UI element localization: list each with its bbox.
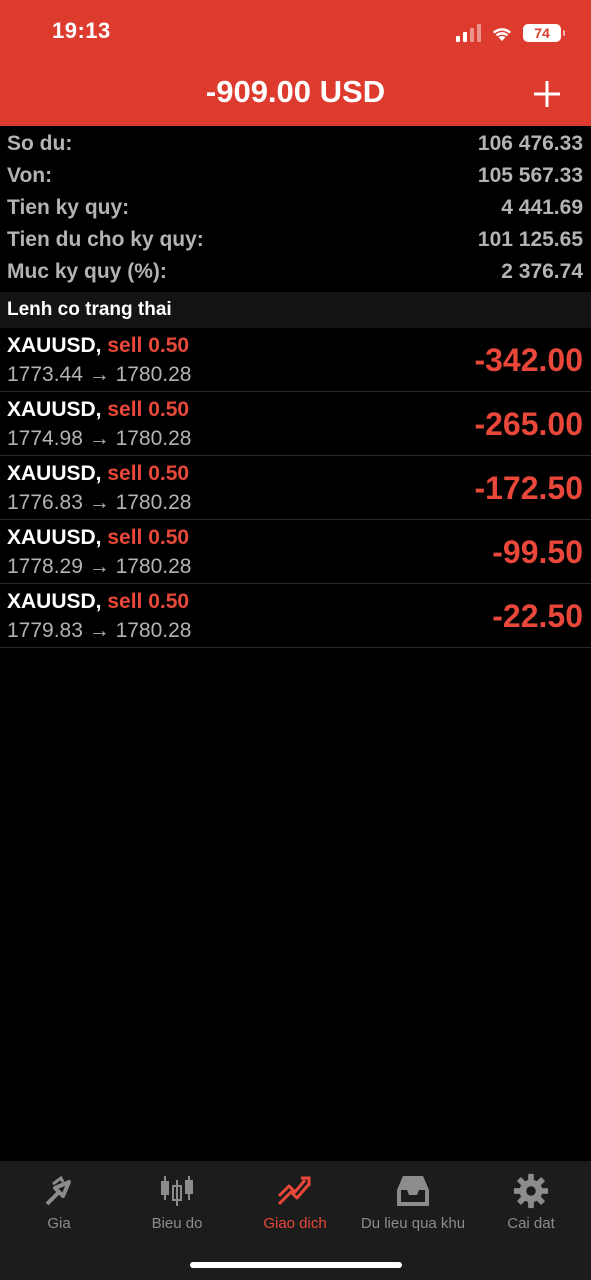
position-side: sell 0.50 [107,334,190,357]
tab-label: Bieu do [151,1215,203,1232]
position-prices: 1774.98 → 1780.28 [7,427,192,450]
position-profit: -99.50 [492,534,583,570]
position-row[interactable]: XAUUSD, sell 0.50 1779.83 → 1780.28 -22.… [0,584,591,648]
gear-icon [513,1173,549,1209]
summary-balance: So du: 106 476.33 [0,128,591,160]
position-profit: -342.00 [474,342,583,378]
position-profit: -172.50 [474,470,583,506]
summary-label: Von: [7,164,53,187]
tab-label: Gia [47,1215,71,1232]
tab-label: Du lieu qua khu [360,1215,466,1232]
position-symbol: XAUUSD, [7,462,102,485]
tab-settings[interactable]: Cai dat [472,1171,590,1232]
trade-icon [277,1176,311,1206]
position-row[interactable]: XAUUSD, sell 0.50 1773.44 → 1780.28 -342… [0,328,591,392]
summary-value: 101 125.65 [477,228,583,251]
candlestick-icon [161,1176,193,1206]
tab-quotes[interactable]: Gia [0,1171,118,1232]
home-indicator[interactable] [190,1262,402,1268]
position-prices: 1778.29 → 1780.28 [7,555,192,578]
signal-icon [456,24,481,42]
summary-label: Tien ky quy: [7,196,130,219]
summary-free-margin: Tien du cho ky quy: 101 125.65 [0,224,591,256]
summary-label: Muc ky quy (%): [7,260,167,283]
add-order-button[interactable] [529,76,565,112]
battery-icon: 74 [523,24,565,42]
position-side: sell 0.50 [107,398,190,421]
position-row[interactable]: XAUUSD, sell 0.50 1774.98 → 1780.28 -265… [0,392,591,456]
summary-label: So du: [7,132,73,155]
summary-value: 4 441.69 [501,196,583,219]
position-row[interactable]: XAUUSD, sell 0.50 1778.29 → 1780.28 -99.… [0,520,591,584]
position-side: sell 0.50 [107,590,190,613]
floating-profit-title: -909.00 USD [205,74,386,109]
status-time: 19:13 [52,18,111,43]
summary-value: 106 476.33 [477,132,583,155]
plus-icon [534,81,560,107]
summary-value: 105 567.33 [477,164,583,187]
summary-margin-level: Muc ky quy (%): 2 376.74 [0,256,591,288]
position-symbol: XAUUSD, [7,334,102,357]
tab-trade[interactable]: Giao dich [236,1171,354,1232]
tab-charts[interactable]: Bieu do [118,1171,236,1232]
position-prices: 1776.83 → 1780.28 [7,491,192,514]
position-prices: 1773.44 → 1780.28 [7,363,192,386]
position-symbol: XAUUSD, [7,590,102,613]
position-side: sell 0.50 [107,526,190,549]
position-row[interactable]: XAUUSD, sell 0.50 1776.83 → 1780.28 -172… [0,456,591,520]
wifi-icon [493,27,511,41]
tab-label: Giao dich [263,1215,327,1232]
inbox-icon [397,1176,429,1206]
position-profit: -265.00 [474,406,583,442]
status-icons: 74 [456,22,565,44]
summary-margin: Tien ky quy: 4 441.69 [0,192,591,224]
position-symbol: XAUUSD, [7,526,102,549]
tab-label: Cai dat [507,1215,555,1232]
summary-value: 2 376.74 [501,260,583,283]
position-prices: 1779.83 → 1780.28 [7,619,192,642]
tab-history[interactable]: Du lieu qua khu [354,1171,472,1232]
position-profit: -22.50 [492,598,583,634]
summary-label: Tien du cho ky quy: [7,228,204,251]
summary-equity: Von: 105 567.33 [0,160,591,192]
position-symbol: XAUUSD, [7,398,102,421]
account-summary: So du: 106 476.33 Von: 105 567.33 Tien k… [0,128,591,288]
top-bar: 19:13 74 -909.00 USD [0,0,591,126]
trade-screen: 19:13 74 -909.00 USD So du: 106 476.33 V… [0,0,591,1280]
arrows-icon [45,1175,71,1206]
positions-list: XAUUSD, sell 0.50 1773.44 → 1780.28 -342… [0,328,591,648]
position-side: sell 0.50 [107,462,190,485]
positions-section-header: Lenh co trang thai [0,292,591,328]
